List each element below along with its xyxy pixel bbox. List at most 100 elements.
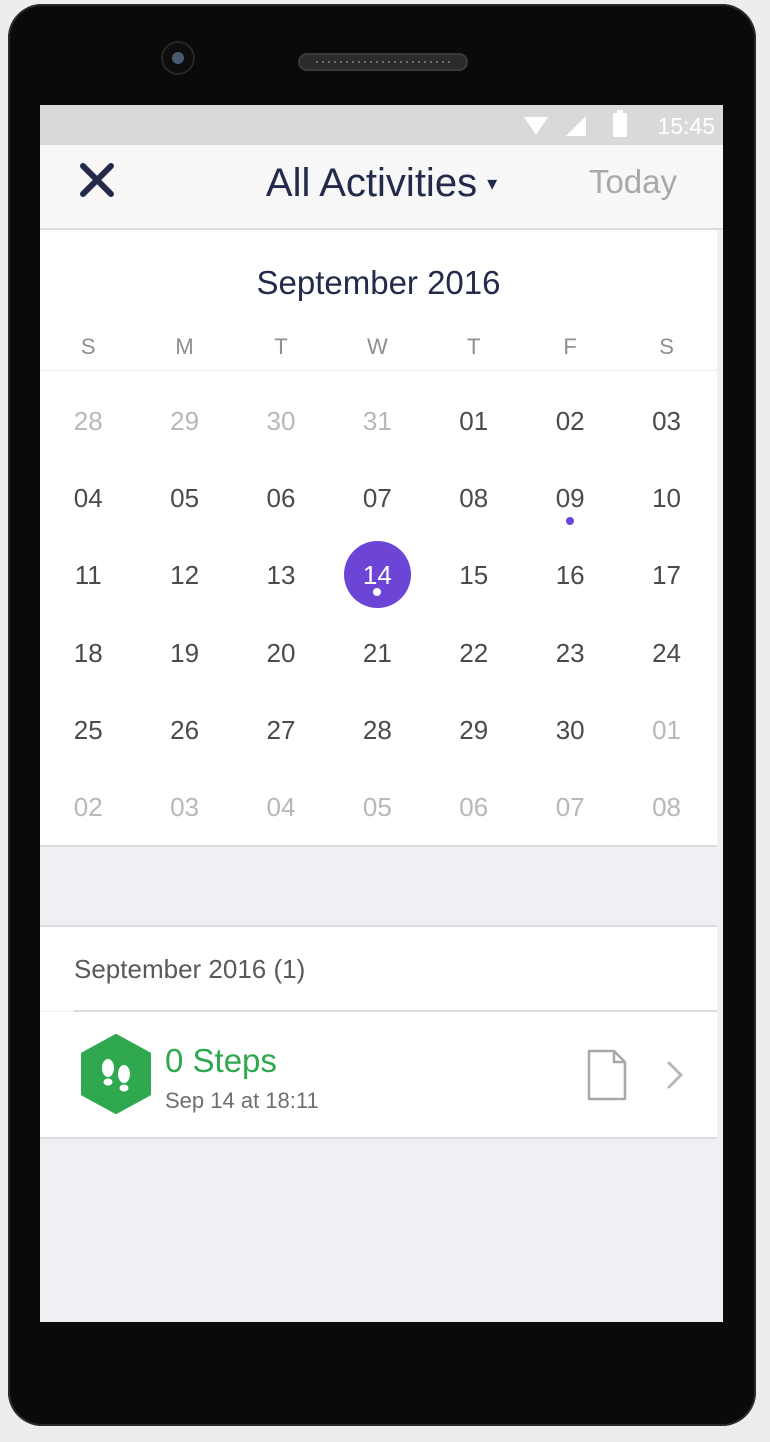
- day-number: 16: [555, 560, 585, 591]
- day-number: 01: [459, 406, 489, 436]
- weekday-header: S M T W T F S: [40, 334, 717, 370]
- day-number: 03: [652, 406, 681, 436]
- day-number: 22: [459, 637, 489, 668]
- weekday-divider: [40, 370, 717, 371]
- calendar-day[interactable]: 23: [522, 614, 618, 691]
- day-number: 10: [652, 483, 681, 514]
- calendar-day[interactable]: 03: [136, 768, 232, 845]
- day-number: 07: [362, 483, 392, 514]
- day-number: 25: [73, 714, 103, 745]
- weekday-label: S: [659, 334, 674, 359]
- day-number: 30: [266, 406, 296, 436]
- today-button[interactable]: Today: [589, 163, 677, 201]
- calendar-day[interactable]: 08: [618, 768, 714, 845]
- activity-row[interactable]: 0 Steps Sep 14 at 18:11: [40, 1012, 717, 1139]
- camera-lens: [161, 41, 195, 75]
- day-number: 05: [170, 483, 200, 514]
- calendar-day[interactable]: 29: [136, 382, 232, 459]
- day-number: 30: [555, 714, 585, 745]
- weekday-label: S: [80, 334, 96, 359]
- calendar-day[interactable]: 03: [618, 382, 714, 459]
- calendar-day[interactable]: 05: [329, 768, 425, 845]
- day-number: 17: [652, 560, 681, 591]
- calendar-day[interactable]: 13: [233, 536, 329, 613]
- weekday-label: M: [175, 334, 194, 359]
- calendar-day[interactable]: 06: [233, 459, 329, 536]
- calendar-day[interactable]: 24: [618, 614, 714, 691]
- calendar-day[interactable]: 18: [40, 614, 136, 691]
- day-number: 27: [266, 714, 296, 745]
- calendar: September 2016 S M T W T F S 28 29 30 31 01 0…: [40, 230, 717, 847]
- day-number: 28: [73, 406, 103, 436]
- calendar-day[interactable]: 26: [136, 691, 232, 768]
- calendar-day[interactable]: 25: [40, 691, 136, 768]
- calendar-week: 28 29 30 31 01 02 03: [40, 382, 717, 459]
- calendar-day[interactable]: 15: [426, 536, 522, 613]
- status-time: 15:45: [657, 113, 715, 139]
- footsteps-icon: [81, 1034, 151, 1114]
- calendar-day[interactable]: 01: [618, 691, 714, 768]
- document-icon[interactable]: [586, 1048, 628, 1102]
- day-number: 09: [555, 483, 585, 514]
- calendar-day-selected[interactable]: 14: [329, 536, 425, 613]
- day-number: 13: [266, 560, 296, 591]
- calendar-day[interactable]: 04: [233, 768, 329, 845]
- calendar-week: 02 03 04 05 06 07 08: [40, 768, 717, 845]
- day-number: 18: [73, 637, 103, 668]
- day-number: 01: [652, 714, 681, 745]
- calendar-day[interactable]: 22: [426, 614, 522, 691]
- calendar-day[interactable]: 10: [618, 459, 714, 536]
- day-number: 28: [362, 714, 392, 745]
- status-bar: 15:45: [40, 105, 723, 145]
- calendar-day[interactable]: 27: [233, 691, 329, 768]
- day-number: 14: [362, 560, 392, 591]
- calendar-day[interactable]: 30: [233, 382, 329, 459]
- calendar-day[interactable]: 28: [329, 691, 425, 768]
- calendar-week: 11 12 13 14 15 16 17: [40, 536, 717, 613]
- filter-label: All Activities: [265, 161, 478, 205]
- calendar-day[interactable]: 20: [233, 614, 329, 691]
- calendar-day[interactable]: 04: [40, 459, 136, 536]
- calendar-week: 25 26 27 28 29 30 01: [40, 691, 717, 768]
- wifi-icon: [524, 117, 548, 135]
- weekday-label: W: [366, 334, 388, 359]
- day-number: 24: [652, 637, 681, 668]
- calendar-day[interactable]: 19: [136, 614, 232, 691]
- calendar-day[interactable]: 05: [136, 459, 232, 536]
- day-number: 03: [170, 791, 200, 822]
- section-title: September 2016 (1): [74, 954, 306, 984]
- calendar-day[interactable]: 06: [426, 768, 522, 845]
- day-number: 29: [459, 714, 489, 745]
- calendar-day[interactable]: 08: [426, 459, 522, 536]
- day-number: 08: [459, 483, 489, 514]
- day-number: 04: [266, 791, 296, 822]
- activity-section-header: September 2016 (1): [40, 925, 717, 1011]
- calendar-day[interactable]: 29: [426, 691, 522, 768]
- activity-dot-indicator: [373, 588, 382, 597]
- day-number: 31: [362, 406, 392, 436]
- calendar-day[interactable]: 09: [522, 459, 618, 536]
- calendar-day[interactable]: 01: [426, 382, 522, 459]
- calendar-day[interactable]: 30: [522, 691, 618, 768]
- weekday-label: T: [467, 334, 481, 359]
- calendar-day[interactable]: 21: [329, 614, 425, 691]
- calendar-day[interactable]: 31: [329, 382, 425, 459]
- calendar-day[interactable]: 17: [618, 536, 714, 613]
- chevron-right-icon: [667, 1061, 683, 1089]
- day-number: 02: [73, 791, 103, 822]
- day-number: 15: [459, 560, 489, 591]
- day-number: 21: [362, 637, 392, 668]
- day-number: 19: [170, 637, 200, 668]
- calendar-day[interactable]: 07: [329, 459, 425, 536]
- activity-time: Sep 14 at 18:11: [165, 1088, 319, 1113]
- calendar-day[interactable]: 02: [40, 768, 136, 845]
- calendar-day[interactable]: 02: [522, 382, 618, 459]
- calendar-day[interactable]: 16: [522, 536, 618, 613]
- calendar-day[interactable]: 11: [40, 536, 136, 613]
- calendar-day[interactable]: 28: [40, 382, 136, 459]
- weekday-label: F: [563, 334, 577, 359]
- calendar-day[interactable]: 07: [522, 768, 618, 845]
- screen: 15:45 All Activities ▾ Today September 20…: [40, 105, 723, 1322]
- activity-title: 0 Steps: [165, 1042, 277, 1079]
- calendar-day[interactable]: 12: [136, 536, 232, 613]
